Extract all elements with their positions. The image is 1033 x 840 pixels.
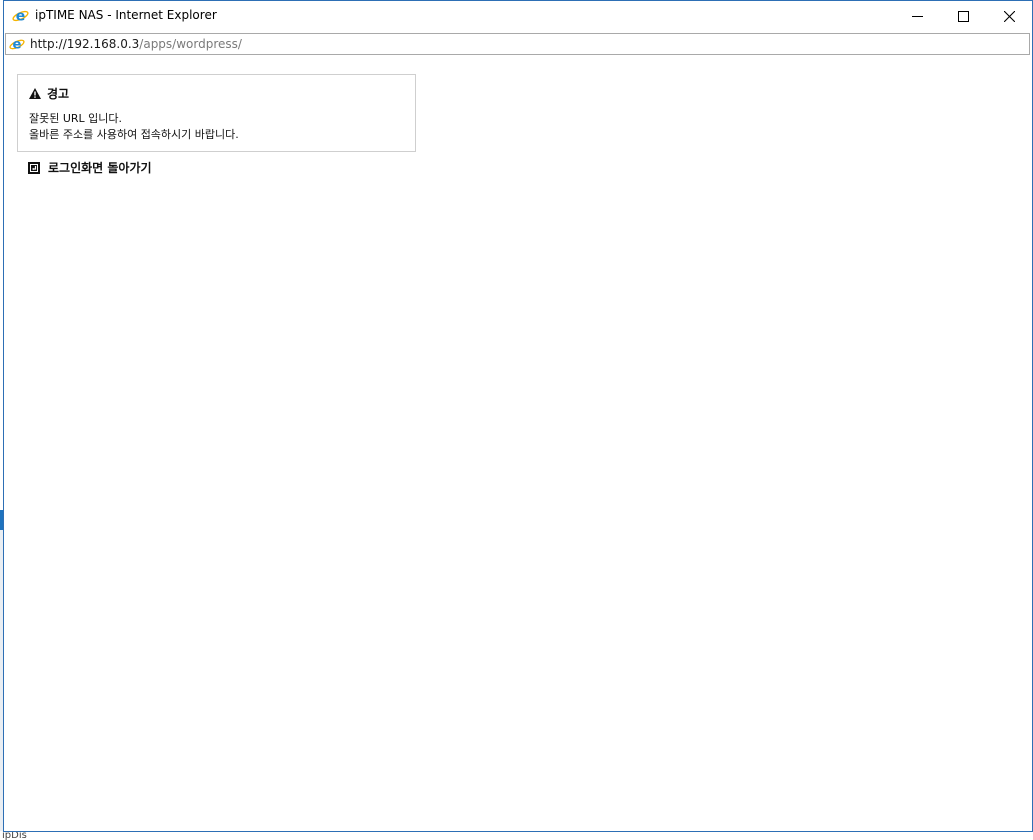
internet-explorer-icon: e (9, 36, 25, 53)
minimize-icon (911, 15, 923, 17)
back-to-login-label: 로그인화면 돌아가기 (48, 161, 152, 175)
svg-text:e: e (13, 38, 22, 52)
close-icon (1003, 10, 1015, 22)
window-title: ipTIME NAS - Internet Explorer (35, 8, 217, 22)
maximize-button[interactable] (940, 1, 986, 31)
address-bar[interactable]: e http://192.168.0.3/apps/wordpress/ (5, 33, 1030, 55)
title-bar[interactable]: e ipTIME NAS - Internet Explorer (4, 1, 1032, 32)
svg-text:e: e (16, 9, 26, 25)
warning-box: 경고 잘못된 URL 입니다. 올바른 주소를 사용하여 접속하시기 바랍니다. (17, 74, 416, 152)
warning-message-line-2: 올바른 주소를 사용하여 접속하시기 바랍니다. (29, 128, 239, 141)
internet-explorer-icon: e (12, 7, 29, 25)
url-host: http://192.168.0.3 (30, 37, 140, 51)
minimize-button[interactable] (894, 1, 940, 31)
warning-heading-text: 경고 (47, 87, 70, 101)
back-to-login-link[interactable]: 로그인화면 돌아가기 (28, 159, 152, 176)
return-arrow-icon (28, 161, 40, 174)
maximize-icon (957, 10, 969, 22)
desktop: ipDis e ipTIME NAS - Internet Explorer e… (0, 0, 1033, 840)
page-content: 경고 잘못된 URL 입니다. 올바른 주소를 사용하여 접속하시기 바랍니다.… (4, 56, 1032, 831)
close-button[interactable] (986, 1, 1032, 31)
browser-popup-window: e ipTIME NAS - Internet Explorer e http:… (3, 0, 1033, 832)
url-path: /apps/wordpress/ (139, 37, 242, 51)
url-text[interactable]: http://192.168.0.3/apps/wordpress/ (30, 37, 242, 51)
warning-triangle-icon (29, 88, 41, 99)
background-text-fragment: ipDis (0, 831, 1033, 840)
warning-message-line-1: 잘못된 URL 입니다. (29, 112, 123, 125)
warning-heading: 경고 (29, 85, 69, 102)
